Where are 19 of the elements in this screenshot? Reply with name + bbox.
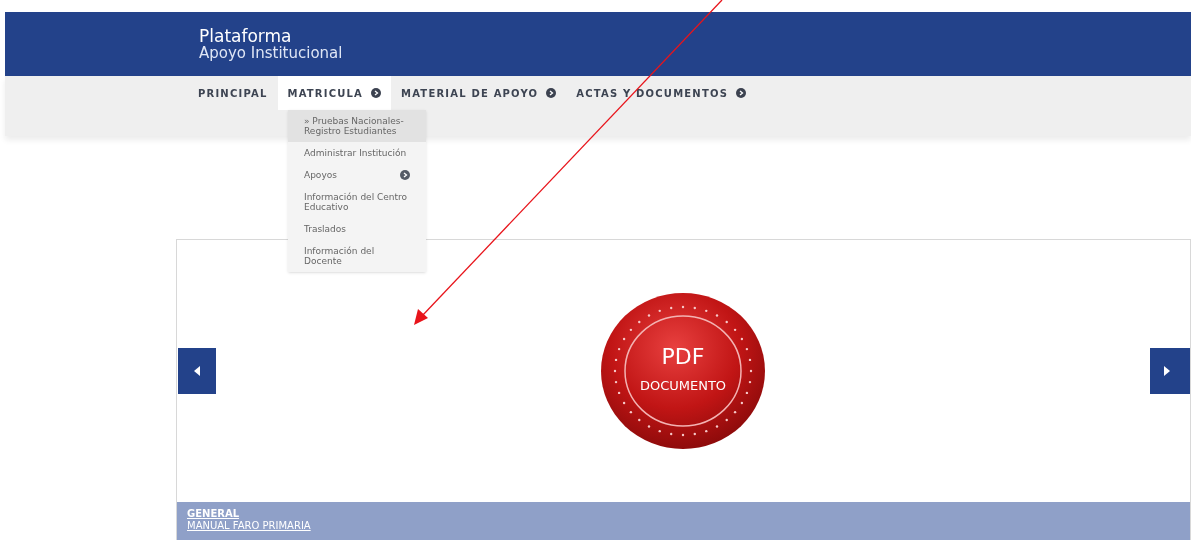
nav-menu-item[interactable]: MATRICULA [277, 76, 392, 110]
dropdown-item[interactable]: Información del Centro Educativo [288, 186, 426, 218]
dropdown-item[interactable]: Administrar Institución [288, 142, 426, 164]
nav-menu-item[interactable]: ACTAS Y DOCUMENTOS [566, 76, 757, 110]
left-arrow-icon [194, 366, 200, 376]
seal-subtitle: DOCUMENTO [639, 377, 727, 396]
right-arrow-icon [1164, 366, 1170, 376]
previous-button[interactable] [178, 348, 216, 394]
dropdown-item[interactable]: Apoyos [288, 164, 426, 186]
site-title[interactable]: Plataforma [199, 27, 1191, 45]
dropdown-item[interactable]: Información del Docente [288, 240, 426, 272]
seal-title: PDF [661, 346, 705, 369]
site-subtitle: Apoyo Institucional [199, 44, 344, 61]
caption-category: GENERAL [187, 508, 241, 520]
nav-menu-item[interactable]: MATERIAL DE APOYO [391, 76, 567, 110]
dropdown-item[interactable]: Traslados [288, 218, 426, 240]
next-button[interactable] [1150, 348, 1190, 394]
nav-menu-item[interactable]: PRINCIPAL [188, 76, 278, 110]
dropdown-item[interactable]: » Pruebas Nacionales-Registro Estudiantes [288, 110, 426, 142]
